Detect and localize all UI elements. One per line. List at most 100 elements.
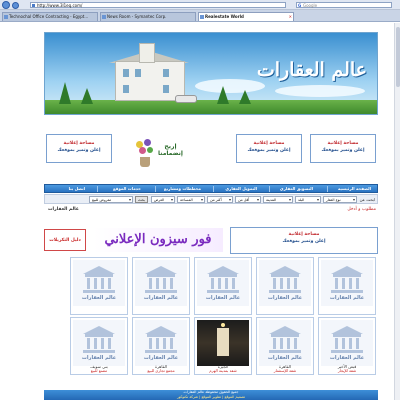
flower-vase-icon (134, 139, 156, 167)
listing-card[interactable]: عالم العقارات بني سويف مصنع للبيع (70, 317, 128, 375)
search-placeholder: Google (303, 3, 318, 8)
listing-card[interactable]: عالم العقارات (70, 257, 128, 315)
car (175, 95, 197, 103)
min-price-select[interactable]: أكثر من (207, 196, 233, 203)
search-button[interactable]: بحث (135, 196, 148, 203)
ad-space[interactable]: مساحة إعلانية إعلن وتميز بموقعك (46, 134, 112, 163)
building-icon (207, 266, 239, 294)
listing-card[interactable]: عالم العقارات (256, 257, 314, 315)
ad-space-wide[interactable]: مساحة إعلانية إعلن وتميز بموقعك (230, 227, 378, 254)
listing-thumbnail: عالم العقارات (321, 320, 373, 366)
listing-card[interactable]: عالم العقارات (194, 257, 252, 315)
listing-caption[interactable]: مجمع تجاري للبيع (133, 368, 189, 373)
building-icon (145, 326, 177, 354)
listing-brand: عالم العقارات (329, 295, 365, 301)
browser-toolbar: http://www.3l1eq.com/ G Google (0, 0, 400, 10)
listing-thumbnail: عالم العقارات (259, 320, 311, 366)
favicon-icon (102, 15, 106, 19)
ad-line2: إعلن وتميز بموقعك (57, 148, 101, 153)
rent-guide-link[interactable]: دليل التكريلات (44, 229, 86, 251)
listing-card[interactable]: عالم العقارات القاهرة شقة للإستثمار (256, 317, 314, 375)
close-tab-icon[interactable]: ✕ (289, 13, 292, 21)
tab-label: Technochal Office Contracting - Egypt... (9, 14, 89, 19)
offer-select[interactable]: العرض (151, 196, 175, 203)
back-icon[interactable] (2, 1, 10, 9)
listing-thumbnail: عالم العقارات (73, 320, 125, 366)
max-price-select[interactable]: أقل من (235, 196, 261, 203)
ad-line2: إعلن وتميز بموقعك (247, 148, 291, 153)
property-type-select[interactable]: نوع العقار (323, 196, 357, 203)
listing-card[interactable]: عالم العقارات قبض الأخير شقة للإيجار (318, 317, 376, 375)
flower-promo[interactable]: إربح إنضمامنا (128, 129, 192, 171)
listing-caption[interactable]: شقة بمدينة الهرم (195, 368, 251, 373)
country-select[interactable]: البلد (295, 196, 321, 203)
site-title: عالم العقارات (256, 59, 367, 81)
ad-space[interactable]: مساحة إعلانية إعلن وتميز بموقعك (310, 134, 376, 163)
nav-marketing[interactable]: التسويق العقاري (280, 185, 313, 193)
lamp-light (221, 323, 225, 327)
ad-line2: إعلن وتميز بموقعك (321, 148, 365, 153)
page-scrollbar[interactable] (394, 23, 400, 400)
tab-strip: Technochal Office Contracting - Egypt...… (0, 10, 400, 22)
cloud (275, 85, 365, 97)
listing-brand: عالم العقارات (267, 295, 303, 301)
listing-caption[interactable]: مصنع للبيع (71, 368, 127, 373)
listing-card[interactable]: عالم العقارات (318, 257, 376, 315)
scrollbar-thumb[interactable] (396, 27, 400, 87)
nav-financing[interactable]: التمويل العقاري (225, 185, 257, 193)
listing-brand: عالم العقارات (329, 355, 365, 361)
city-select[interactable]: المدينة (263, 196, 293, 203)
building-icon (331, 266, 363, 294)
ad-line1: مساحة إعلانية (253, 141, 285, 146)
forward-icon[interactable] (12, 2, 19, 9)
tab-label: Realestate World (205, 14, 244, 19)
web-page: عالم العقارات مساحة إعلانية إعلن وتميز ب… (0, 23, 400, 400)
crumb-home[interactable]: عالم العقارات (48, 207, 79, 212)
sort-select[interactable]: معروض للبيع (89, 196, 133, 203)
area-select[interactable]: المساحة (177, 196, 205, 203)
listing-card[interactable]: عالم العقارات القاهرة مجمع تجاري للبيع (132, 317, 190, 375)
nav-home[interactable]: الصفحة الرئيسية (338, 185, 371, 193)
tree (59, 82, 71, 104)
listing-card[interactable]: عالم العقارات (132, 257, 190, 315)
listing-brand: عالم العقارات (143, 295, 179, 301)
address-bar[interactable]: http://www.3l1eq.com/ (30, 2, 286, 8)
tree (81, 88, 93, 104)
cloud (195, 79, 265, 93)
search-label: ابحث عن (359, 197, 375, 202)
nav-services[interactable]: خدمات الموقع (113, 185, 141, 193)
listing-thumbnail: عالم العقارات (321, 260, 373, 306)
credits-text: تصميم الموقع | تطوير الموقع | شركة تكنوك… (176, 395, 246, 399)
tab-label: News Room - Symantec Corp. (107, 14, 167, 19)
breadcrumb: عالم العقارات مطلوب و أدخل (44, 207, 378, 215)
tree (239, 90, 251, 104)
building-icon (83, 266, 115, 294)
search-form: ابحث عن نوع العقار البلد المدينة أقل من … (44, 194, 378, 204)
building-icon (331, 326, 363, 354)
ad-space[interactable]: مساحة إعلانية إعلن وتميز بموقعك (236, 134, 302, 163)
listing-card[interactable]: الجيزة شقة بمدينة الهرم (194, 317, 252, 375)
search-input[interactable]: G Google (296, 2, 392, 8)
building-icon (269, 326, 301, 354)
tab-symantec[interactable]: News Room - Symantec Corp. (100, 12, 196, 21)
doorway (217, 328, 229, 356)
listing-thumbnail: عالم العقارات (197, 260, 249, 306)
listing-thumbnail: عالم العقارات (135, 260, 187, 306)
flower-text: إربح إنضمامنا (158, 143, 183, 157)
building-icon (83, 326, 115, 354)
nav-projects[interactable]: مخططات ومشاريع (164, 185, 201, 193)
ad-line1: مساحة إعلانية (327, 141, 359, 146)
listing-brand: عالم العقارات (143, 355, 179, 361)
listing-caption[interactable]: شقة للإيجار (319, 368, 375, 373)
address-url: http://www.3l1eq.com/ (37, 3, 83, 8)
favicon-icon (200, 15, 204, 19)
nav-contact[interactable]: اتصل بنا (69, 185, 85, 193)
fourseasons-banner[interactable]: فور سيزون الإعلاني (93, 228, 223, 252)
tab-realestate[interactable]: Realestate World ✕ (198, 12, 294, 21)
listing-thumbnail: عالم العقارات (259, 260, 311, 306)
listing-brand: عالم العقارات (205, 295, 241, 301)
crumb-wanted[interactable]: مطلوب و أدخل (347, 207, 376, 212)
listing-caption[interactable]: شقة للإستثمار (257, 368, 313, 373)
favicon-icon (4, 15, 8, 19)
tab-technochal[interactable]: Technochal Office Contracting - Egypt... (2, 12, 98, 21)
